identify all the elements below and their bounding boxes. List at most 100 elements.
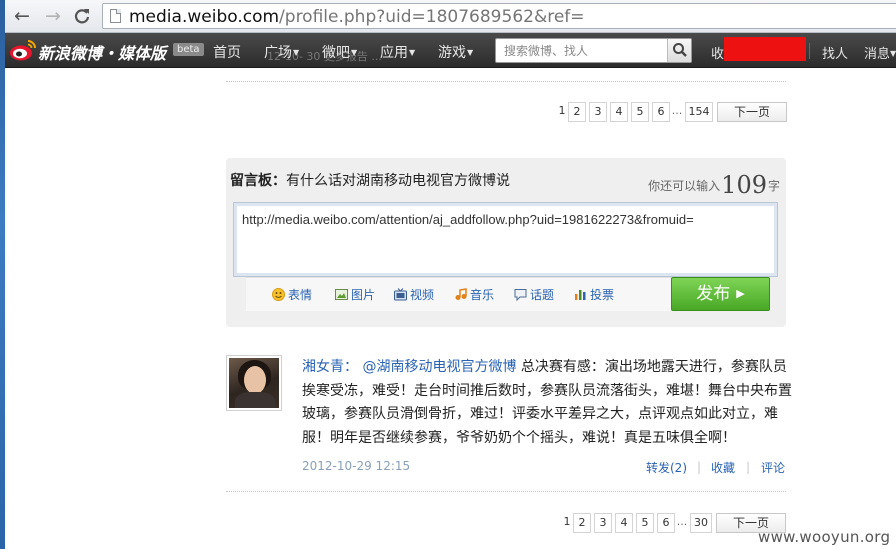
page-link[interactable]: 4 bbox=[610, 102, 628, 122]
page-link[interactable]: 2 bbox=[573, 513, 591, 533]
avatar[interactable] bbox=[226, 355, 282, 411]
nav-home-label: 首页 bbox=[213, 45, 241, 61]
page-link-last[interactable]: 154 bbox=[685, 102, 713, 122]
tool-video[interactable]: 视频 bbox=[394, 286, 434, 303]
page-icon bbox=[110, 9, 121, 23]
chevron-down-icon: ▼ bbox=[293, 48, 300, 57]
search-box bbox=[495, 38, 692, 63]
search-input[interactable] bbox=[496, 39, 666, 62]
page-link[interactable]: 6 bbox=[652, 102, 670, 122]
watermark: www.wooyun.org bbox=[758, 528, 891, 546]
comment-link[interactable]: 评论 bbox=[761, 459, 785, 476]
tool-image-label: 图片 bbox=[351, 288, 376, 302]
nav-square[interactable]: 广场▼ bbox=[264, 42, 299, 62]
nav-games-label: 游戏 bbox=[438, 45, 466, 61]
feed-timestamp[interactable]: 2012-10-29 12:15 bbox=[302, 459, 410, 473]
nav-weiba-label: 微吧 bbox=[322, 45, 350, 61]
url-path: /profile.php?uid=1807689562&ref= bbox=[279, 7, 585, 27]
author-name[interactable]: 湘女青： bbox=[302, 359, 358, 375]
image-icon bbox=[335, 289, 348, 300]
nav-favorites[interactable]: 收 bbox=[711, 43, 724, 62]
avatar-photo bbox=[229, 358, 279, 408]
divider bbox=[226, 491, 786, 492]
publish-label: 发布 bbox=[696, 284, 731, 304]
desktop-edge bbox=[0, 0, 5, 549]
counter-number: 109 bbox=[721, 171, 767, 199]
page-ellipsis: ... bbox=[675, 513, 689, 533]
page-link[interactable]: 6 bbox=[657, 513, 675, 533]
music-icon bbox=[455, 288, 467, 300]
page-current: 1 bbox=[560, 513, 574, 533]
chevron-down-icon: ▼ bbox=[467, 48, 474, 57]
counter-suffix: 字 bbox=[767, 179, 780, 193]
page-link-last[interactable]: 30 bbox=[690, 513, 712, 533]
next-page-button[interactable]: 下一页 bbox=[717, 102, 787, 122]
video-icon bbox=[394, 288, 407, 301]
nav-square-label: 广场 bbox=[264, 45, 292, 61]
page-link[interactable]: 5 bbox=[636, 513, 654, 533]
url-host: media.weibo.com bbox=[129, 7, 280, 27]
nav-games[interactable]: 游戏▼ bbox=[438, 42, 473, 62]
brand-title[interactable]: 新浪微博・媒体版 bbox=[38, 40, 166, 64]
play-arrow-icon: ▶ bbox=[736, 287, 745, 300]
tool-topic[interactable]: 话题 bbox=[514, 286, 554, 303]
page-link[interactable]: 4 bbox=[615, 513, 633, 533]
page-link[interactable]: 2 bbox=[568, 102, 586, 122]
page-ellipsis: ... bbox=[670, 102, 684, 122]
nav-weiba[interactable]: 微吧▼ bbox=[322, 42, 357, 62]
nav-separator bbox=[809, 43, 810, 59]
nav-messages[interactable]: 消息▼ bbox=[864, 43, 896, 62]
counter-prefix: 你还可以输入 bbox=[648, 179, 721, 193]
tool-vote-label: 投票 bbox=[590, 288, 615, 302]
nav-find-people[interactable]: 找人 bbox=[822, 43, 848, 62]
chevron-down-icon: ▼ bbox=[409, 48, 416, 57]
topic-icon bbox=[514, 289, 527, 301]
pager-top: 1 2 3 4 5 6 ... 154 下一页 bbox=[555, 102, 790, 122]
page-link[interactable]: 3 bbox=[594, 513, 612, 533]
url-text[interactable]: media.weibo.com/profile.php?uid=18076895… bbox=[129, 7, 585, 27]
forward-button[interactable]: → bbox=[42, 5, 64, 27]
repost-link[interactable]: 转发(2) bbox=[646, 459, 687, 476]
board-title-label: 留言板： bbox=[230, 173, 286, 189]
nav-apps[interactable]: 应用▼ bbox=[380, 42, 415, 62]
page-link[interactable]: 5 bbox=[631, 102, 649, 122]
weibo-logo-icon[interactable] bbox=[9, 38, 37, 62]
nav-home[interactable]: 首页 bbox=[213, 42, 241, 62]
tool-topic-label: 话题 bbox=[530, 288, 555, 302]
search-icon bbox=[673, 43, 687, 57]
redacted-username bbox=[724, 37, 806, 61]
board-title: 留言板：有什么话对湖南移动电视官方微博说 bbox=[230, 170, 510, 190]
board-title-text: 有什么话对湖南移动电视官方微博说 bbox=[286, 173, 510, 189]
tool-emoticon[interactable]: 表情 bbox=[272, 286, 312, 303]
composer-toolbar: 表情 图片 视频 音乐 话题 投票 bbox=[246, 277, 671, 311]
favorite-link[interactable]: 收藏 bbox=[711, 459, 735, 476]
tool-emoticon-label: 表情 bbox=[288, 288, 313, 302]
char-counter: 你还可以输入109字 bbox=[648, 171, 780, 199]
feed-message: 湘女青： @湖南移动电视官方微博 总决赛有感：演出场地露天进行，参赛队员挨寒受冻… bbox=[302, 356, 792, 450]
tool-video-label: 视频 bbox=[410, 288, 435, 302]
tool-vote[interactable]: 投票 bbox=[574, 286, 614, 303]
emoticon-icon bbox=[272, 288, 285, 301]
pager-bottom: 1 2 3 4 5 6 ... 30 下一页 bbox=[560, 513, 790, 533]
chevron-down-icon: ▼ bbox=[890, 49, 896, 58]
search-button[interactable] bbox=[667, 39, 691, 62]
back-button[interactable]: ← bbox=[11, 5, 33, 27]
address-bar[interactable]: media.weibo.com/profile.php?uid=18076895… bbox=[102, 3, 896, 29]
vote-icon bbox=[575, 290, 586, 300]
beta-badge: beta bbox=[173, 43, 204, 56]
weibo-top-nav: 新浪微博・媒体版 beta 12-10- 30 更多报告 ... 首页 广场▼ … bbox=[5, 33, 896, 68]
tool-music[interactable]: 音乐 bbox=[454, 286, 494, 303]
chevron-down-icon: ▼ bbox=[351, 48, 358, 57]
nav-messages-label: 消息 bbox=[864, 47, 891, 62]
reload-button[interactable] bbox=[71, 5, 93, 27]
tool-music-label: 音乐 bbox=[470, 288, 495, 302]
nav-apps-label: 应用 bbox=[380, 45, 408, 61]
page-current: 1 bbox=[555, 102, 569, 122]
message-textarea[interactable]: http://media.weibo.com/attention/aj_addf… bbox=[233, 202, 778, 277]
tool-image[interactable]: 图片 bbox=[335, 286, 375, 303]
publish-button[interactable]: 发布 ▶ bbox=[671, 277, 770, 311]
page-link[interactable]: 3 bbox=[589, 102, 607, 122]
divider bbox=[226, 81, 786, 82]
message-board: 留言板：有什么话对湖南移动电视官方微博说 你还可以输入109字 http://m… bbox=[226, 158, 786, 327]
mention-link[interactable]: @湖南移动电视官方微博 bbox=[362, 359, 516, 375]
